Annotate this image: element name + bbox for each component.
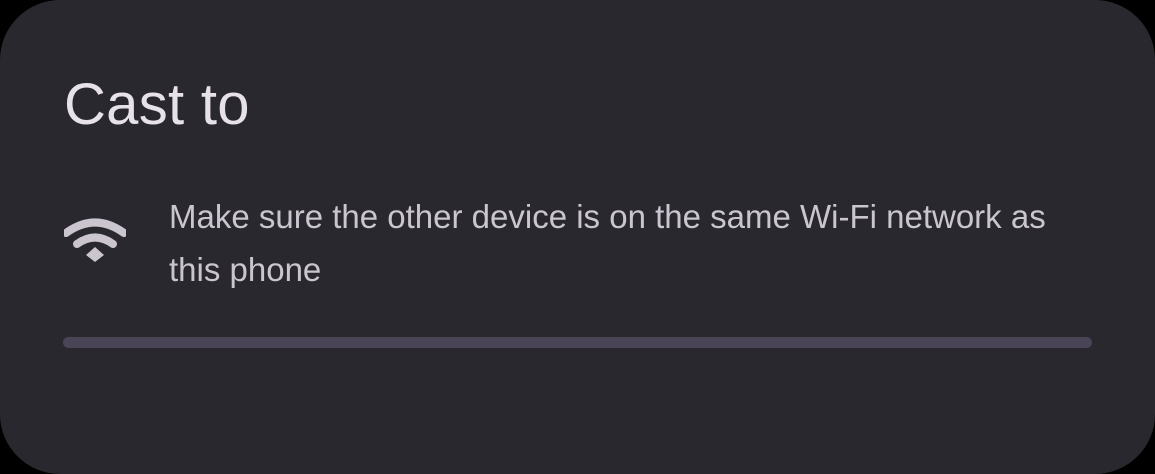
wifi-icon <box>62 216 128 262</box>
wifi-info-row: Make sure the other device is on the sam… <box>62 190 1094 300</box>
cast-dialog: Cast to Make sure the other device is on… <box>0 0 1155 474</box>
wifi-info-message: Make sure the other device is on the sam… <box>169 198 1046 288</box>
dialog-title: Cast to <box>64 72 250 137</box>
searching-progress-bar <box>63 337 1092 348</box>
